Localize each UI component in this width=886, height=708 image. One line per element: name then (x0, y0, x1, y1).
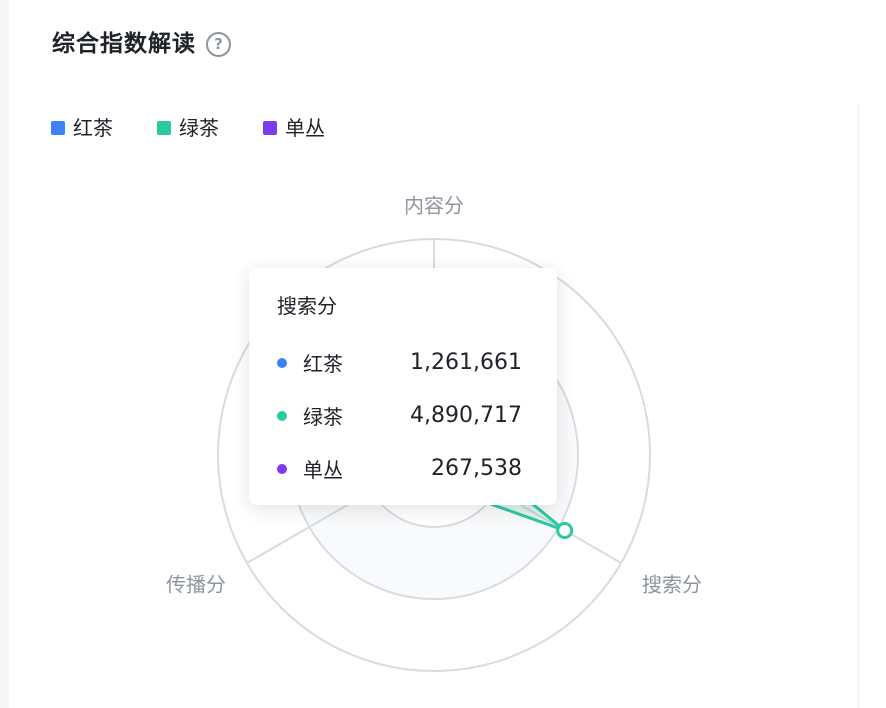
tooltip-series-value: 4,890,717 (410, 403, 522, 428)
chart-tooltip: 搜索分 红茶 1,261,661 绿茶 4,890,717 单丛 267,538 (249, 268, 557, 505)
radar-axis-label: 内容分 (404, 194, 464, 218)
radar-data-point (556, 521, 574, 539)
tooltip-series-value: 267,538 (431, 456, 522, 481)
tooltip-title: 搜索分 (277, 294, 337, 318)
tooltip-series-name: 红茶 (303, 352, 343, 376)
tooltip-row-series-3: 单丛 267,538 (277, 442, 522, 495)
radar-axis-label: 传播分 (166, 573, 226, 597)
tooltip-series-value: 1,261,661 (410, 350, 522, 375)
tooltip-dot-series-1 (277, 357, 287, 368)
tooltip-row-series-2: 绿茶 4,890,717 (277, 389, 522, 442)
tooltip-series-name: 绿茶 (303, 405, 343, 429)
tooltip-dot-series-3 (277, 463, 287, 474)
tooltip-row-series-1: 红茶 1,261,661 (277, 336, 522, 389)
tooltip-dot-series-2 (277, 410, 287, 421)
tooltip-series-name: 单丛 (303, 458, 343, 482)
radar-axis-label: 搜索分 (642, 573, 702, 597)
